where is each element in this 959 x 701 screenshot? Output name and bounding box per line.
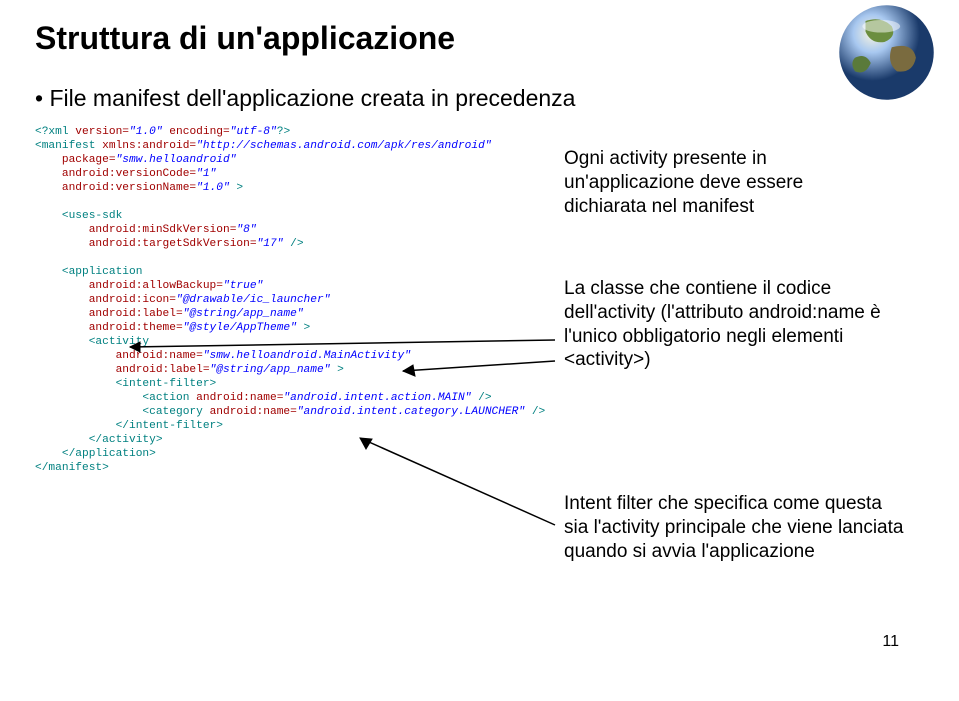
- annotation-2: La classe che contiene il codice dell'ac…: [560, 275, 898, 374]
- globe-icon: [834, 0, 939, 105]
- bullet-main: File manifest dell'applicazione creata i…: [35, 85, 924, 112]
- xml-code-block: <?xml version="1.0" encoding="utf-8"?> <…: [35, 125, 525, 475]
- arrow-1: [120, 335, 560, 355]
- page-number: 11: [882, 633, 899, 651]
- annotation-1: Ogni activity presente in un'applicazion…: [560, 145, 868, 220]
- arrow-2: [395, 358, 560, 378]
- slide-title: Struttura di un'applicazione: [35, 20, 924, 57]
- annotation-3: Intent filter che specifica come questa …: [560, 490, 908, 565]
- arrow-3: [350, 430, 560, 530]
